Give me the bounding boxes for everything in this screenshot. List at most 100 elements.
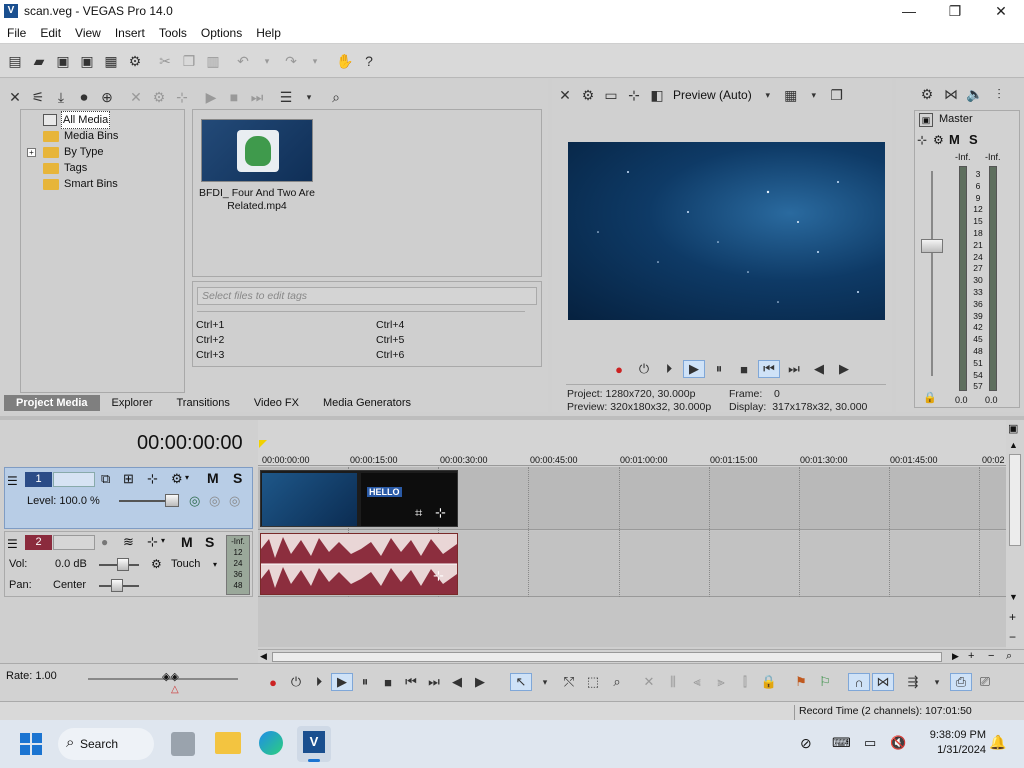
play-from-start-icon[interactable]: ⏵ (308, 673, 330, 691)
keyboard-icon[interactable]: ⌨ (832, 735, 851, 751)
quality-dropdown-icon[interactable]: ▾ (757, 84, 779, 106)
video-mute-button[interactable]: M (207, 470, 219, 486)
master-fx-gear-icon[interactable]: ⚙ (933, 133, 944, 147)
delete-icon[interactable]: ✕ (638, 673, 660, 691)
play-icon[interactable]: ▶ (683, 360, 705, 378)
composite-child-icon[interactable]: ◎ (189, 493, 200, 509)
master-fader-handle[interactable] (921, 239, 943, 253)
rate-slider-handle[interactable]: ◈◈ (162, 670, 179, 683)
insert-region-icon[interactable]: ⚐ (814, 673, 836, 691)
menu-tools[interactable]: Tools (152, 26, 194, 40)
ignore-grouping-icon[interactable]: ⎚ (974, 673, 996, 691)
previous-frame-icon[interactable]: ◀ (446, 673, 468, 691)
save-as-icon[interactable]: ▣ (76, 50, 98, 72)
zoom-in-time-icon[interactable]: + (968, 650, 974, 662)
scroll-up-icon[interactable]: ▲ (1009, 440, 1018, 450)
capture-video-icon[interactable]: ⏺ (73, 86, 95, 108)
clean-project-icon[interactable]: ⚟ (27, 86, 49, 108)
split-icon[interactable]: ⫿ (734, 673, 756, 691)
start-icon[interactable] (20, 733, 42, 755)
enable-snapping-icon[interactable]: ✋ (334, 50, 356, 72)
event-fx-icon[interactable]: ⊹ (433, 568, 444, 584)
mixer-properties-gear-icon[interactable]: ⚙ (916, 83, 938, 105)
zoom-tool-icon[interactable]: ⌕ (1006, 650, 1012, 663)
video-clip[interactable]: HELLO ⌗ ⊹ (260, 470, 458, 527)
vegas-taskbar-button[interactable]: V (297, 726, 331, 762)
video-fx-icon[interactable]: ⊹ (623, 84, 645, 106)
go-to-end-icon[interactable]: ⏭ (783, 360, 805, 378)
event-pan-crop-icon[interactable]: ⌗ (415, 505, 422, 521)
audio-clip[interactable]: ⊹ (260, 533, 458, 595)
cut-icon[interactable]: ✂ (154, 50, 176, 72)
remove-media-icon[interactable]: ✕ (125, 86, 147, 108)
menu-edit[interactable]: Edit (33, 26, 68, 40)
save-icon[interactable]: ▣ (52, 50, 74, 72)
tree-item-all-media[interactable]: All Media (21, 111, 184, 129)
tab-project-media[interactable]: Project Media (4, 395, 100, 411)
compositing-mode-icon[interactable]: ⊞ (123, 471, 134, 487)
go-to-start-icon[interactable]: ⏮ (758, 360, 780, 378)
automation-dropdown-icon[interactable]: ▾ (213, 560, 217, 569)
loop-playback-icon[interactable]: ⏻ (633, 360, 655, 378)
vertical-scrollbar[interactable]: ▣ ▲ ▼ + − (1006, 420, 1024, 662)
snapping-magnet-icon[interactable]: ∩ (848, 673, 870, 691)
play-icon[interactable]: ▶ (331, 673, 353, 691)
scroll-thumb[interactable] (1009, 454, 1021, 546)
trim-end-icon[interactable]: ⫸ (710, 673, 732, 691)
tab-video-fx[interactable]: Video FX (242, 395, 311, 411)
close-button[interactable]: ✕ (978, 0, 1024, 23)
audio-solo-button[interactable]: S (205, 534, 214, 550)
horizontal-scrollbar[interactable]: ◀ ▶ + − ⌕ (258, 649, 1024, 663)
parent-overlay-icon[interactable]: ⊹ (147, 471, 158, 487)
track-name-field[interactable] (53, 472, 95, 487)
undo-icon[interactable]: ↶ (232, 50, 254, 72)
whats-this-help-icon[interactable]: ? (358, 50, 380, 72)
new-file-icon[interactable]: ▤ (4, 50, 26, 72)
overlays-grid-icon[interactable]: ▦ (780, 84, 802, 106)
tag-shortcut[interactable]: Ctrl+3 (196, 349, 224, 361)
normal-edit-tool-icon[interactable]: ↖ (510, 673, 532, 691)
undo-dropdown-icon[interactable]: ▾ (256, 50, 278, 72)
audio-fx-dropdown-icon[interactable]: ▾ (161, 536, 165, 545)
media-thumbnail[interactable] (201, 119, 313, 182)
stop-icon[interactable]: ■ (377, 673, 399, 691)
edit-tool-dropdown-icon[interactable]: ▾ (534, 673, 556, 691)
menu-help[interactable]: Help (249, 26, 288, 40)
menu-options[interactable]: Options (194, 26, 249, 40)
volume-muted-icon[interactable]: 🔇 (890, 735, 906, 751)
clock[interactable]: 9:38:09 PM 1/31/2024 (916, 728, 986, 758)
menu-insert[interactable]: Insert (108, 26, 152, 40)
timeline-timecode[interactable]: 00:00:00:00 (137, 432, 243, 455)
record-icon[interactable]: ● (608, 360, 630, 378)
zoom-edit-tool-icon[interactable]: ⌕ (606, 673, 628, 691)
auto-preview-icon[interactable]: ⏭ (246, 86, 268, 108)
tree-item-smart-bins[interactable]: Smart Bins (21, 176, 184, 192)
video-solo-button[interactable]: S (233, 470, 242, 486)
search-media-icon[interactable]: ⌕ (325, 86, 347, 108)
tree-item-media-bins[interactable]: Media Bins (21, 128, 184, 144)
tag-shortcut[interactable]: Ctrl+2 (196, 334, 224, 346)
get-media-web-icon[interactable]: ⊕ (96, 86, 118, 108)
go-to-end-icon[interactable]: ⏭ (423, 673, 445, 691)
menu-view[interactable]: View (68, 26, 108, 40)
tag-shortcut[interactable]: Ctrl+1 (196, 319, 224, 331)
open-folder-icon[interactable]: ▰ (28, 50, 50, 72)
composite-parent-icon[interactable]: ◎ (209, 493, 220, 509)
record-icon[interactable]: ● (262, 673, 284, 691)
tab-media-generators[interactable]: Media Generators (311, 395, 423, 411)
copy-icon[interactable]: ❐ (178, 50, 200, 72)
pan-slider-handle[interactable] (111, 579, 123, 592)
scroll-left-icon[interactable]: ◀ (260, 651, 267, 662)
collapse-track-icon[interactable]: ☰ (7, 537, 18, 551)
play-from-start-icon[interactable]: ⏵ (658, 360, 680, 378)
timeline-track-area[interactable]: HELLO ⌗ ⊹ ⊹ (258, 467, 1006, 647)
media-file-name[interactable]: BFDI_ Four And Two Are Related.mp4 (195, 187, 319, 213)
ripple-dropdown-icon[interactable]: ▾ (926, 673, 948, 691)
pause-icon[interactable]: ⏸ (354, 673, 376, 691)
zoom-out-icon[interactable]: − (1009, 630, 1016, 644)
tree-item-by-type[interactable]: + By Type (21, 144, 184, 160)
tag-shortcut[interactable]: Ctrl+4 (376, 319, 404, 331)
preview-properties-gear-icon[interactable]: ⚙ (577, 84, 599, 106)
h-scroll-thumb[interactable] (272, 652, 942, 662)
dim-output-icon[interactable]: 🔈 (964, 83, 986, 105)
